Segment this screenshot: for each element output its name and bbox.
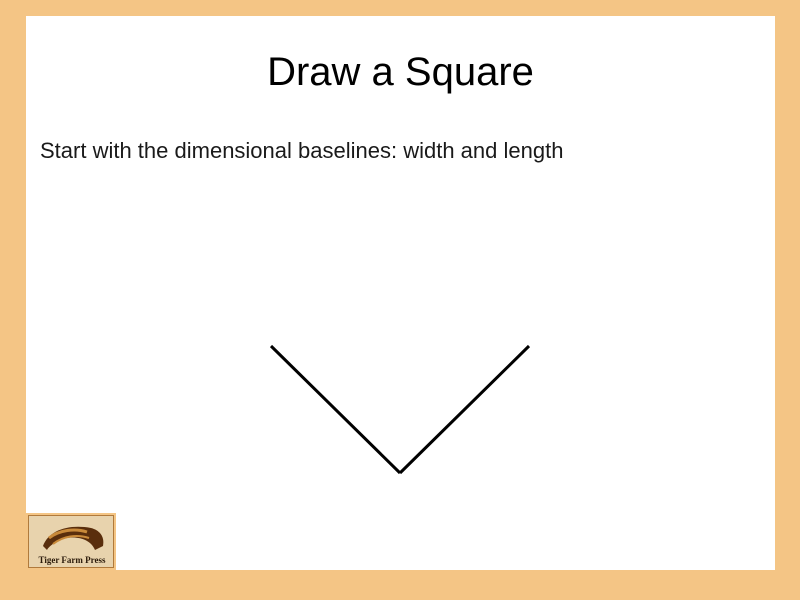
length-baseline [398, 344, 531, 475]
width-baseline [269, 344, 402, 475]
slide: Draw a Square Start with the dimensional… [26, 16, 775, 570]
baseline-drawing [269, 344, 531, 475]
logo-text: Tiger Farm Press [38, 555, 106, 565]
tiger-farm-press-logo: Tiger Farm Press [26, 513, 116, 570]
tiger-farm-press-logo-icon [43, 526, 104, 550]
